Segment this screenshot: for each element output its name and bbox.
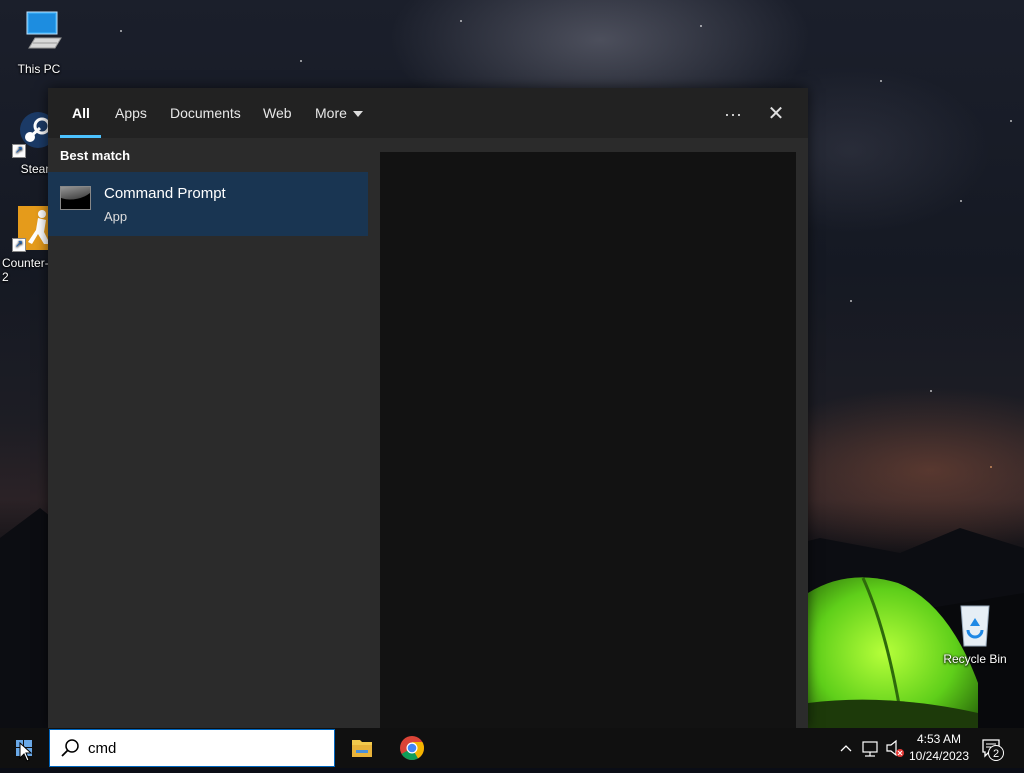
desktop-icon-steam[interactable]: ↗ Steam — [0, 110, 48, 176]
result-type: App — [104, 209, 128, 224]
result-title: Command Prompt — [104, 185, 226, 202]
desktop-icon-this-pc[interactable]: This PC — [0, 10, 78, 76]
tab-all[interactable]: All — [72, 105, 90, 121]
desktop-icon-label: Counter-Strike 2 — [2, 256, 48, 284]
more-options-button[interactable]: ··· — [718, 101, 748, 127]
action-center-button[interactable]: 2 — [980, 734, 1006, 762]
recycle-bin-icon — [951, 600, 999, 648]
notification-count-badge: 2 — [988, 745, 1004, 761]
tab-more-label: More — [315, 105, 347, 121]
show-hidden-icons-button[interactable] — [836, 728, 856, 768]
counter-strike-icon: ↗ — [12, 204, 48, 252]
steam-icon: ↗ — [12, 110, 48, 158]
command-prompt-icon — [60, 186, 91, 210]
volume-button[interactable] — [884, 728, 906, 768]
tab-documents[interactable]: Documents — [170, 105, 241, 121]
taskbar-search-box[interactable]: cmd — [49, 729, 335, 767]
tab-apps[interactable]: Apps — [115, 105, 147, 121]
taskbar: cmd 4:53 AM 10/24/2023 2 — [0, 728, 1024, 768]
search-panel: All Apps Documents Web More ··· ✕ Best m… — [48, 88, 808, 728]
desktop-icon-recycle-bin[interactable]: Recycle Bin — [936, 600, 1014, 666]
desktop-icon-label: Steam — [20, 162, 48, 176]
chevron-down-icon — [352, 111, 363, 118]
best-match-result-command-prompt[interactable]: Command Prompt App — [48, 172, 368, 236]
best-match-heading: Best match — [60, 148, 131, 163]
file-explorer-icon — [352, 740, 372, 757]
network-icon — [862, 741, 878, 757]
search-icon — [61, 739, 79, 757]
desktop-icon-label: Recycle Bin — [943, 652, 1007, 666]
monitor-icon — [15, 10, 63, 58]
search-input[interactable]: cmd — [88, 740, 116, 757]
desktop-icon-counter-strike[interactable]: ↗ Counter-Strike 2 — [0, 204, 48, 284]
search-tab-bar: All Apps Documents Web More ··· ✕ — [48, 88, 808, 138]
shortcut-arrow-icon: ↗ — [12, 238, 26, 252]
clock-time: 4:53 AM — [916, 732, 962, 746]
shortcut-arrow-icon: ↗ — [12, 144, 26, 158]
chrome-icon — [400, 736, 425, 761]
chrome-button[interactable] — [388, 728, 436, 768]
chevron-up-icon — [840, 745, 852, 752]
taskbar-clock[interactable]: 4:53 AM 10/24/2023 — [904, 731, 974, 765]
clock-date: 10/24/2023 — [908, 749, 970, 763]
tab-web[interactable]: Web — [263, 105, 292, 121]
desktop-icon-label: This PC — [17, 62, 61, 76]
preview-pane — [380, 152, 796, 728]
close-button[interactable]: ✕ — [761, 101, 791, 127]
file-explorer-button[interactable] — [338, 728, 386, 768]
volume-muted-icon — [886, 739, 904, 757]
tab-more[interactable]: More — [315, 105, 363, 121]
network-button[interactable] — [860, 728, 882, 768]
results-pane: Best match Command Prompt App — [48, 138, 370, 728]
mouse-cursor-icon — [19, 742, 33, 762]
